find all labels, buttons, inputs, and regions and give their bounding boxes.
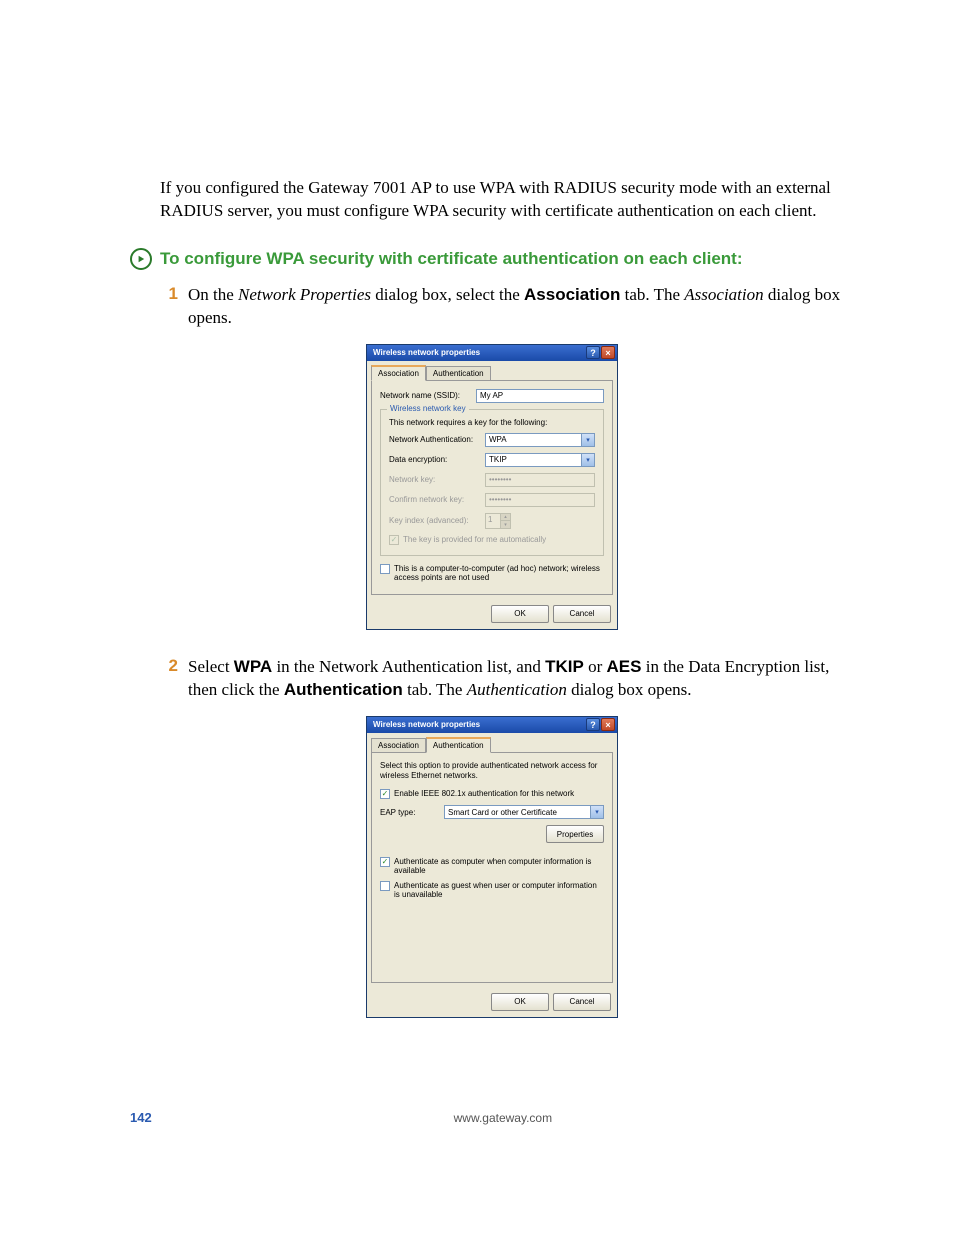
authcomp-checkbox[interactable]: ✓: [380, 857, 390, 867]
enable-8021x-label: Enable IEEE 802.1x authentication for th…: [394, 789, 574, 798]
procedure-heading: To configure WPA security with certifica…: [130, 248, 854, 270]
ssid-label: Network name (SSID):: [380, 391, 472, 400]
ok-button[interactable]: OK: [491, 993, 549, 1011]
close-button[interactable]: ×: [601, 346, 615, 359]
keyidx-spinner: 1 ▴▾: [485, 513, 511, 529]
dialog-title: Wireless network properties: [373, 720, 585, 729]
enable-8021x-row: ✓ Enable IEEE 802.1x authentication for …: [380, 789, 604, 799]
tab-authentication[interactable]: Authentication: [426, 737, 491, 753]
authguest-label: Authenticate as guest when user or compu…: [394, 881, 604, 899]
step-1: 1 On the Network Properties dialog box, …: [160, 284, 854, 330]
adhoc-checkbox[interactable]: [380, 564, 390, 574]
dataenc-select[interactable]: TKIP ▾: [485, 453, 595, 467]
heading-text: To configure WPA security with certifica…: [160, 249, 743, 269]
autokey-checkbox: ✓: [389, 535, 399, 545]
step-number: 2: [160, 656, 178, 702]
dataenc-label: Data encryption:: [389, 455, 481, 464]
tab-panel: Network name (SSID): My AP Wireless netw…: [371, 380, 613, 595]
authcomp-label: Authenticate as computer when computer i…: [394, 857, 604, 875]
footer-url: www.gateway.com: [152, 1111, 854, 1125]
confkey-label: Confirm network key:: [389, 495, 481, 504]
intro-paragraph: If you configured the Gateway 7001 AP to…: [160, 177, 854, 223]
authguest-checkbox[interactable]: [380, 881, 390, 891]
step-body: Select WPA in the Network Authentication…: [188, 656, 854, 702]
autokey-row: ✓ The key is provided for me automatical…: [389, 535, 595, 545]
page-number: 142: [130, 1110, 152, 1125]
key-hint: This network requires a key for the foll…: [389, 418, 595, 427]
help-button[interactable]: ?: [586, 346, 600, 359]
adhoc-label: This is a computer-to-computer (ad hoc) …: [394, 564, 604, 582]
authcomp-row: ✓ Authenticate as computer when computer…: [380, 857, 604, 875]
cancel-button[interactable]: Cancel: [553, 605, 611, 623]
dialog-association: Wireless network properties ? × Associat…: [366, 344, 618, 630]
autokey-label: The key is provided for me automatically: [403, 535, 546, 544]
cancel-button[interactable]: Cancel: [553, 993, 611, 1011]
netkey-label: Network key:: [389, 475, 481, 484]
step-body: On the Network Properties dialog box, se…: [188, 284, 854, 330]
tab-association[interactable]: Association: [371, 738, 426, 753]
properties-button[interactable]: Properties: [546, 825, 604, 843]
tab-strip: Association Authentication: [367, 361, 617, 380]
eaptype-select[interactable]: Smart Card or other Certificate ▾: [444, 805, 604, 819]
help-button[interactable]: ?: [586, 718, 600, 731]
play-icon: [130, 248, 152, 270]
ssid-input[interactable]: My AP: [476, 389, 604, 403]
dialog-authentication: Wireless network properties ? × Associat…: [366, 716, 618, 1018]
eaptype-label: EAP type:: [380, 808, 440, 817]
dialog-title: Wireless network properties: [373, 348, 585, 357]
dialog-titlebar: Wireless network properties ? ×: [367, 345, 617, 361]
authguest-row: Authenticate as guest when user or compu…: [380, 881, 604, 899]
netauth-label: Network Authentication:: [389, 435, 481, 444]
wireless-key-fieldset: Wireless network key This network requir…: [380, 409, 604, 556]
netkey-input: ••••••••: [485, 473, 595, 487]
step-number: 1: [160, 284, 178, 330]
dialog-titlebar: Wireless network properties ? ×: [367, 717, 617, 733]
enable-8021x-checkbox[interactable]: ✓: [380, 789, 390, 799]
netauth-select[interactable]: WPA ▾: [485, 433, 595, 447]
step-2: 2 Select WPA in the Network Authenticati…: [160, 656, 854, 702]
adhoc-row: This is a computer-to-computer (ad hoc) …: [380, 564, 604, 582]
keyidx-label: Key index (advanced):: [389, 516, 481, 525]
close-button[interactable]: ×: [601, 718, 615, 731]
page-footer: 142 www.gateway.com: [130, 1110, 854, 1125]
fieldset-legend: Wireless network key: [387, 404, 469, 413]
chevron-down-icon: ▾: [590, 806, 603, 818]
tab-panel: Select this option to provide authentica…: [371, 752, 613, 983]
tab-strip: Association Authentication: [367, 733, 617, 752]
tab-association[interactable]: Association: [371, 365, 426, 381]
ok-button[interactable]: OK: [491, 605, 549, 623]
chevron-down-icon: ▾: [581, 434, 594, 446]
confkey-input: ••••••••: [485, 493, 595, 507]
auth-description: Select this option to provide authentica…: [380, 761, 604, 782]
tab-authentication[interactable]: Authentication: [426, 366, 491, 381]
chevron-down-icon: ▾: [581, 454, 594, 466]
